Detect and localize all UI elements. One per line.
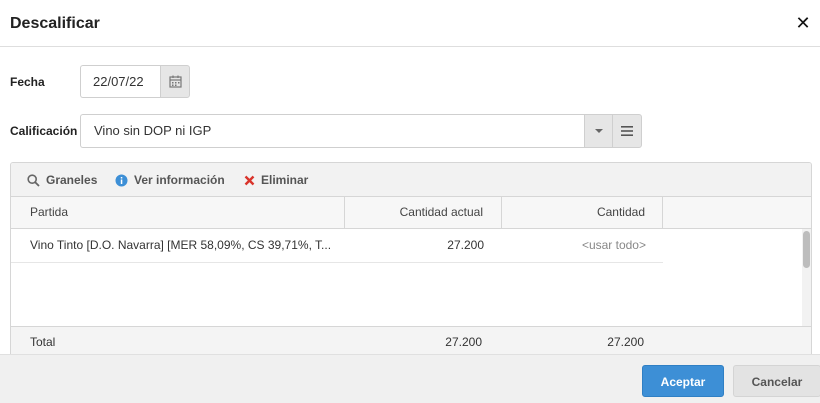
panel-toolbar: Graneles Ver información Eliminar — [11, 163, 811, 197]
graneles-label: Graneles — [46, 173, 98, 187]
cancel-button[interactable]: Cancelar — [733, 365, 820, 397]
grid-header: Partida Cantidad actual Cantidad — [11, 197, 811, 229]
close-icon[interactable]: ✕ — [794, 13, 812, 33]
caret-down-icon[interactable] — [584, 114, 613, 148]
total-label: Total — [30, 335, 56, 349]
accept-button[interactable]: Aceptar — [642, 365, 724, 397]
delete-x-icon — [244, 175, 255, 186]
cell-cantidad-input[interactable]: <usar todo> — [502, 229, 663, 262]
graneles-button[interactable]: Graneles — [27, 163, 97, 197]
cell-partida: Vino Tinto [D.O. Navarra] [MER 58,09%, C… — [30, 238, 332, 252]
scrollbar-thumb[interactable] — [803, 231, 810, 268]
dialog-header: Descalificar ✕ — [0, 0, 820, 47]
vertical-scrollbar[interactable] — [802, 229, 811, 326]
column-header-cantidad[interactable]: Cantidad — [502, 197, 663, 228]
total-cantidad: 27.200 — [607, 335, 644, 349]
qualification-label: Calificación — [10, 124, 78, 138]
info-icon — [115, 174, 128, 187]
total-cantidad-actual: 27.200 — [445, 335, 482, 349]
dialog-footer: Aceptar Cancelar — [0, 354, 820, 403]
date-input[interactable]: 22/07/22 — [80, 65, 161, 98]
qualification-select[interactable]: Vino sin DOP ni IGP — [80, 114, 584, 148]
cell-cantidad-actual: 27.200 — [447, 238, 484, 252]
ver-informacion-button[interactable]: Ver información — [115, 163, 225, 197]
column-header-partida[interactable]: Partida — [11, 197, 345, 228]
calendar-icon[interactable] — [160, 65, 190, 98]
list-menu-icon[interactable] — [612, 114, 642, 148]
column-header-cantidad-actual[interactable]: Cantidad actual — [345, 197, 502, 228]
dialog-title: Descalificar — [10, 15, 100, 32]
bulk-panel: Graneles Ver información Eliminar Partid… — [10, 162, 812, 355]
search-icon — [27, 173, 40, 187]
date-label: Fecha — [10, 75, 45, 89]
grid-footer: Total 27.200 27.200 — [11, 326, 811, 354]
eliminar-button[interactable]: Eliminar — [244, 163, 308, 197]
ver-informacion-label: Ver información — [134, 173, 225, 187]
eliminar-label: Eliminar — [261, 173, 309, 187]
table-row[interactable]: Vino Tinto [D.O. Navarra] [MER 58,09%, C… — [11, 229, 663, 263]
grid-body: Vino Tinto [D.O. Navarra] [MER 58,09%, C… — [11, 229, 811, 326]
